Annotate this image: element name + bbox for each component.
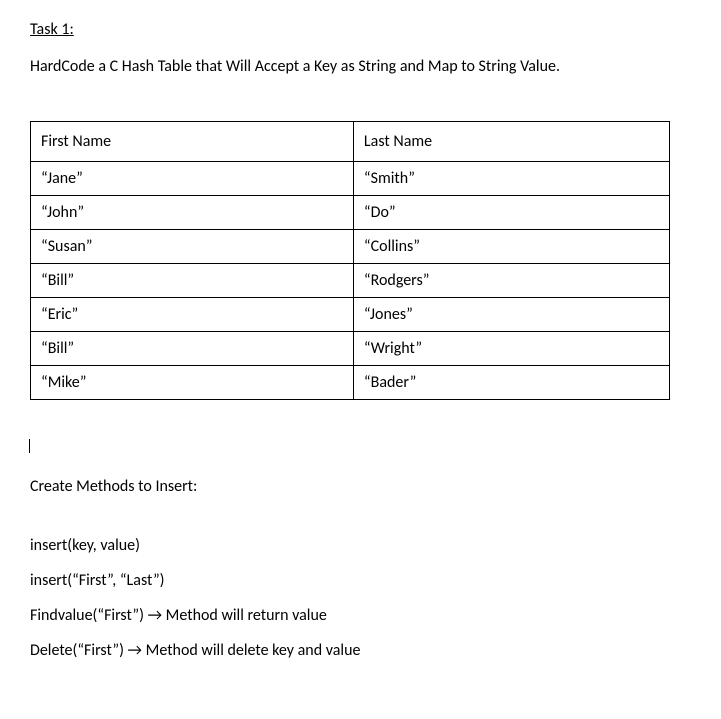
- table-row: “Mike” “Bader”: [31, 366, 670, 400]
- method-line: insert(“First”, “Last”): [30, 571, 691, 590]
- table-cell: “Smith”: [353, 162, 669, 196]
- table-row: “John” “Do”: [31, 196, 670, 230]
- table-cell: “Collins”: [353, 230, 669, 264]
- table-row: “Bill” “Rodgers”: [31, 264, 670, 298]
- task-heading: Task 1:: [30, 20, 691, 39]
- table-row: “Jane” “Smith”: [31, 162, 670, 196]
- table-cell: “Wright”: [353, 332, 669, 366]
- table-header-row: First Name Last Name: [31, 122, 670, 162]
- table-cell: “Mike”: [31, 366, 354, 400]
- text-cursor: [29, 439, 33, 453]
- table-cell: “John”: [31, 196, 354, 230]
- method-line: Delete(“First”) → Method will delete key…: [30, 641, 691, 660]
- table-header-cell: First Name: [31, 122, 354, 162]
- methods-heading: Create Methods to Insert:: [30, 477, 691, 496]
- table-cell: “Bill”: [31, 332, 354, 366]
- table-cell: “Jane”: [31, 162, 354, 196]
- task-description: HardCode a C Hash Table that Will Accept…: [30, 57, 691, 76]
- table-cell: “Do”: [353, 196, 669, 230]
- table-cell: “Jones”: [353, 298, 669, 332]
- table-cell: “Bader”: [353, 366, 669, 400]
- data-table: First Name Last Name “Jane” “Smith” “Joh…: [30, 121, 670, 400]
- method-line: insert(key, value): [30, 536, 691, 555]
- table-cell: “Susan”: [31, 230, 354, 264]
- table-cell: “Eric”: [31, 298, 354, 332]
- method-line: Findvalue(“First”) → Method will return …: [30, 606, 691, 625]
- table-row: “Susan” “Collins”: [31, 230, 670, 264]
- table-cell: “Rodgers”: [353, 264, 669, 298]
- table-row: “Bill” “Wright”: [31, 332, 670, 366]
- table-header-cell: Last Name: [353, 122, 669, 162]
- table-cell: “Bill”: [31, 264, 354, 298]
- table-row: “Eric” “Jones”: [31, 298, 670, 332]
